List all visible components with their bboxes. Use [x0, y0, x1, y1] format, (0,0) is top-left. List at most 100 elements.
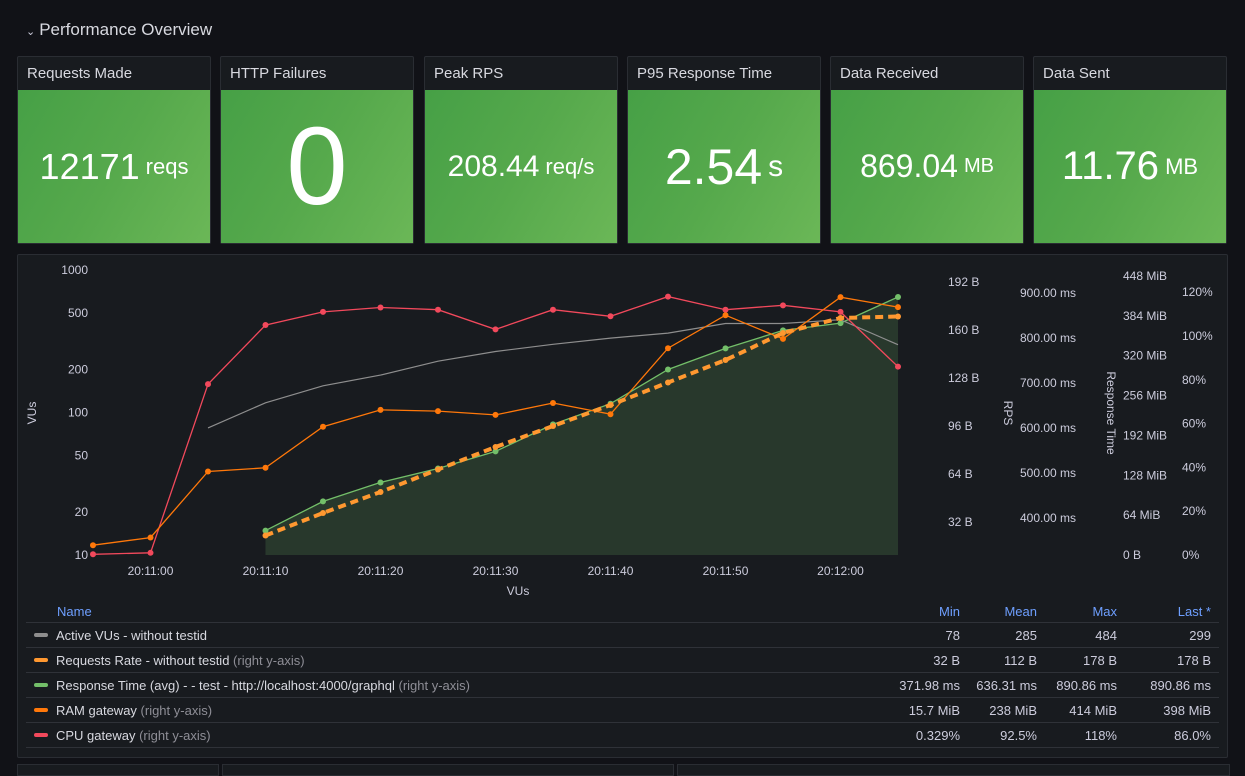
data-point	[780, 330, 786, 336]
data-point	[377, 489, 384, 495]
right-y-tick-label: 64 B	[948, 467, 973, 481]
data-point	[205, 381, 211, 388]
right-y-tick-label: 0%	[1182, 548, 1200, 562]
data-point	[435, 306, 441, 313]
legend-header-name[interactable]: Name	[26, 604, 870, 619]
right-y-tick-label: 384 MiB	[1123, 309, 1167, 323]
data-point	[895, 294, 901, 301]
legend-header-mean[interactable]: Mean	[960, 604, 1037, 619]
legend-row[interactable]: CPU gateway (right y-axis) 0.329% 92.5% 118…	[26, 723, 1219, 748]
x-tick-label: 20:11:30	[473, 564, 519, 578]
data-point	[895, 313, 901, 320]
data-point	[895, 304, 901, 311]
right-y-tick-label: 192 MiB	[1123, 428, 1167, 442]
series-color-swatch[interactable]	[34, 708, 48, 712]
data-point	[492, 411, 499, 418]
legend-mean: 92.5%	[1000, 727, 1037, 743]
data-point	[377, 304, 384, 311]
x-axis-label: VUs	[507, 584, 530, 598]
data-point	[837, 308, 844, 315]
legend-series-name[interactable]: Active VUs - without testid	[56, 628, 870, 643]
legend-min: 371.98 ms	[899, 677, 960, 693]
legend-max: 414 MiB	[1069, 702, 1117, 718]
data-point	[492, 444, 499, 450]
next-panel-edge	[677, 764, 1230, 776]
legend-last: 398 MiB	[1163, 702, 1211, 718]
data-point	[435, 408, 441, 415]
data-point	[147, 534, 154, 541]
legend-series-name[interactable]: RAM gateway (right y-axis)	[56, 703, 870, 718]
legend-series-name[interactable]: Requests Rate - without testid (right y-…	[56, 653, 870, 668]
y-tick-label: 500	[68, 306, 88, 320]
x-tick-label: 20:11:00	[128, 564, 174, 578]
right-y-tick-label: 700.00 ms	[1020, 376, 1076, 390]
legend-last: 178 B	[1177, 652, 1211, 668]
right-y-tick-label: 800.00 ms	[1020, 331, 1076, 345]
legend-min: 78	[945, 627, 960, 643]
data-point	[607, 411, 614, 418]
legend-series-name[interactable]: CPU gateway (right y-axis)	[56, 728, 870, 743]
right-y-tick-label: 0 B	[1123, 548, 1141, 562]
right-y-tick-label: 500.00 ms	[1020, 466, 1076, 480]
data-point	[205, 468, 211, 475]
right-y-tick-label: 448 MiB	[1123, 269, 1167, 283]
legend-mean: 636.31 ms	[976, 677, 1037, 693]
legend-header-max[interactable]: Max	[1037, 604, 1117, 619]
timeseries-chart[interactable]: 10 20 50 100 200 500 1000 VUs 20:11:00 20:11:10 20…	[0, 0, 1245, 600]
data-point	[837, 315, 844, 321]
series-color-swatch[interactable]	[34, 658, 48, 662]
legend-row[interactable]: Response Time (avg) - - test - http://lo…	[26, 673, 1219, 698]
data-point	[665, 379, 671, 386]
legend-header-row: Name Min Mean Max Last *	[26, 600, 1219, 623]
data-point	[90, 542, 96, 549]
series-color-swatch[interactable]	[34, 733, 48, 737]
legend-row[interactable]: RAM gateway (right y-axis) 15.7 MiB 238 Mi…	[26, 698, 1219, 723]
legend-max: 178 B	[1083, 652, 1117, 668]
data-point	[722, 312, 729, 319]
y-tick-label: 100	[68, 406, 88, 420]
data-point	[665, 366, 671, 373]
series-color-swatch[interactable]	[34, 683, 48, 687]
right-y-tick-label: 100%	[1182, 329, 1213, 343]
right-y-tick-label: 64 MiB	[1123, 508, 1160, 522]
y-tick-label: 1000	[61, 263, 88, 277]
right-y-tick-label: 192 B	[948, 275, 979, 289]
data-point	[665, 345, 671, 352]
x-tick-label: 20:12:00	[817, 564, 864, 578]
data-point	[607, 402, 614, 408]
right-y-tick-label: 32 B	[948, 515, 973, 529]
data-point	[895, 363, 901, 370]
legend-series-name[interactable]: Response Time (avg) - - test - http://lo…	[56, 678, 870, 693]
data-point	[550, 306, 556, 313]
legend-mean: 112 B	[1003, 652, 1037, 668]
legend-min: 0.329%	[915, 727, 960, 743]
data-point	[722, 306, 729, 313]
right-y-tick-label: 900.00 ms	[1020, 286, 1076, 300]
legend-min: 15.7 MiB	[908, 702, 960, 718]
right-y-tick-label: 80%	[1182, 373, 1206, 387]
x-tick-label: 20:11:10	[243, 564, 289, 578]
legend-row[interactable]: Active VUs - without testid 78 285 484 299	[26, 623, 1219, 648]
legend-header-last[interactable]: Last *	[1117, 604, 1219, 619]
legend-last: 86.0%	[1174, 727, 1211, 743]
data-point	[722, 345, 729, 352]
series-color-swatch[interactable]	[34, 633, 48, 637]
legend-row[interactable]: Requests Rate - without testid (right y-…	[26, 648, 1219, 673]
x-tick-label: 20:11:20	[358, 564, 404, 578]
right-y-tick-label: 400.00 ms	[1020, 511, 1076, 525]
right-y-tick-label: 320 MiB	[1123, 349, 1167, 363]
data-point	[550, 423, 556, 429]
data-point	[377, 479, 384, 486]
data-point	[320, 498, 326, 505]
legend-header-min[interactable]: Min	[870, 604, 960, 619]
right-y-tick-label: 96 B	[948, 419, 973, 433]
data-point	[320, 308, 326, 315]
data-point	[550, 400, 556, 407]
y-tick-label: 20	[75, 505, 89, 519]
legend-mean: 285	[1015, 627, 1037, 643]
data-point	[320, 423, 326, 430]
legend-max: 890.86 ms	[1056, 677, 1117, 693]
data-point	[320, 510, 326, 516]
legend-last: 890.86 ms	[1150, 677, 1211, 693]
legend-table: Name Min Mean Max Last * Active VUs - wi…	[26, 600, 1219, 748]
